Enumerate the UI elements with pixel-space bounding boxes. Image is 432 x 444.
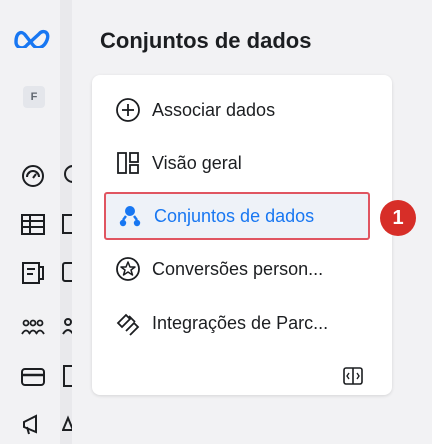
nav-item-associar-dados[interactable]: Associar dados (114, 90, 275, 130)
nav-item-label: Associar dados (152, 99, 276, 120)
nav-item-label: Conjuntos de dados (154, 205, 315, 226)
conversions-icon (114, 255, 142, 283)
document-icon[interactable] (62, 364, 72, 388)
datasets-icon (116, 202, 144, 230)
pages-icon[interactable] (62, 260, 72, 284)
grid-icon[interactable] (62, 212, 72, 236)
step-marker: 1 (380, 200, 416, 236)
people-icon[interactable] (20, 314, 46, 340)
audience-icon[interactable] (62, 314, 72, 338)
dashboard-icon[interactable] (20, 163, 46, 189)
nav-item-label: Integrações de Parc... (152, 312, 329, 333)
table-icon[interactable] (20, 212, 46, 238)
nav-panel: Associar dados Visão geral Conjuntos de … (92, 75, 392, 395)
nav-item-label: Conversões person... (152, 258, 324, 279)
nav-item-integracoes-de-parceiros[interactable]: Integrações de Parc... (114, 303, 328, 343)
left-rail: F (0, 0, 72, 444)
collapse-panel-icon[interactable] (342, 365, 364, 387)
overview-icon (114, 149, 142, 177)
settings-icon[interactable] (62, 162, 72, 186)
meta-logo[interactable] (13, 28, 53, 48)
megaphone-icon[interactable] (20, 412, 46, 438)
notifications-icon[interactable] (62, 412, 72, 436)
plus-circle-icon (114, 96, 142, 124)
nav-item-visao-geral[interactable]: Visão geral (114, 143, 242, 183)
nav-item-label: Visão geral (152, 152, 242, 173)
account-avatar[interactable]: F (23, 86, 45, 108)
nav-item-conjuntos-de-dados[interactable]: Conjuntos de dados (104, 192, 370, 240)
integrations-icon (114, 309, 142, 337)
billing-icon[interactable] (20, 364, 46, 390)
page-title: Conjuntos de dados (100, 28, 312, 53)
nav-item-conversoes-personalizadas[interactable]: Conversões person... (114, 249, 323, 289)
reports-icon[interactable] (20, 260, 46, 286)
